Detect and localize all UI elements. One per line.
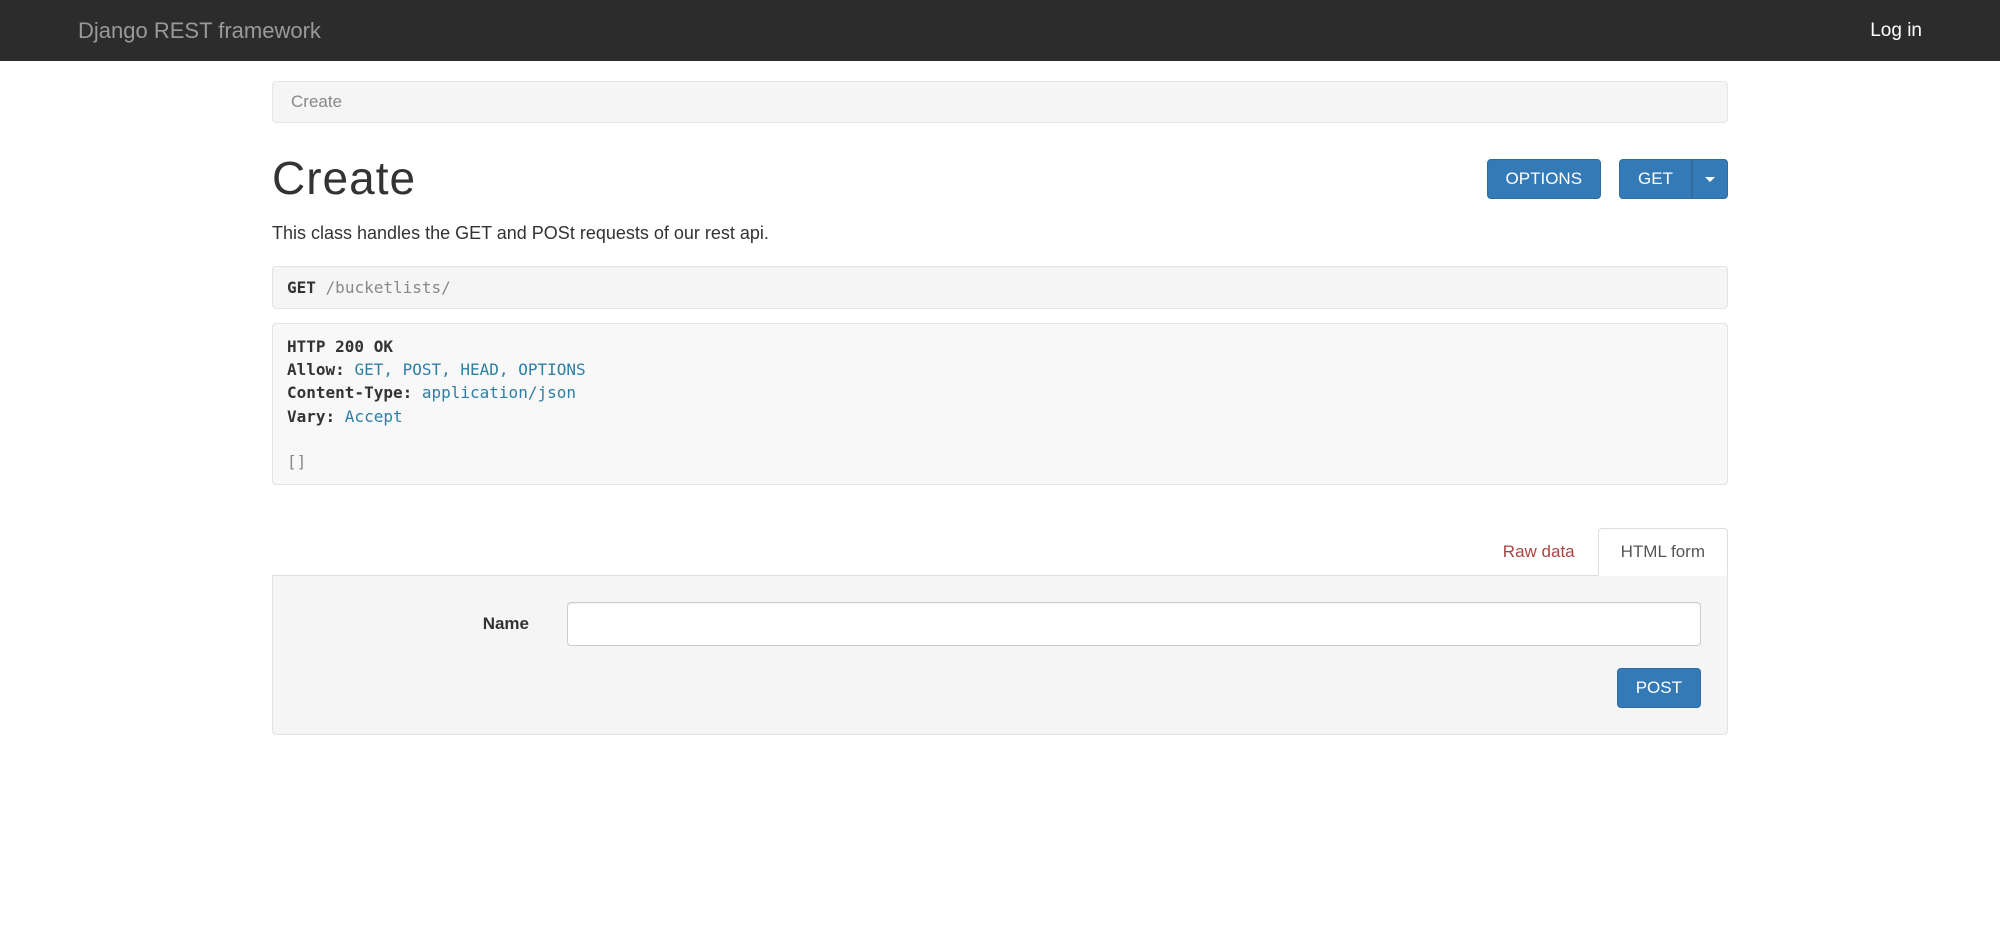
form-panel: Name POST <box>272 576 1728 735</box>
breadcrumb: Create <box>272 81 1728 123</box>
get-button-group: GET <box>1619 159 1728 199</box>
get-button[interactable]: GET <box>1619 159 1692 199</box>
form-tabs: Raw data HTML form <box>272 527 1728 576</box>
form-row-name: Name <box>299 602 1701 646</box>
page-header: Create OPTIONS GET <box>272 151 1728 205</box>
response-info: HTTP 200 OK Allow: GET, POST, HEAD, OPTI… <box>272 323 1728 485</box>
request-method: GET <box>287 278 316 297</box>
tab-raw-data[interactable]: Raw data <box>1480 528 1598 576</box>
post-button[interactable]: POST <box>1617 668 1701 708</box>
breadcrumb-current[interactable]: Create <box>291 92 342 111</box>
get-dropdown-toggle[interactable] <box>1692 159 1728 199</box>
navbar: Django REST framework Log in <box>0 0 2000 61</box>
brand-title[interactable]: Django REST framework <box>78 18 321 44</box>
tab-html-form[interactable]: HTML form <box>1598 528 1728 576</box>
response-header-key: Vary: <box>287 407 345 426</box>
response-header-key: Allow: <box>287 360 354 379</box>
response-header-value: Accept <box>345 407 403 426</box>
request-path: /bucketlists/ <box>326 278 451 297</box>
login-link[interactable]: Log in <box>1870 20 1922 42</box>
response-body: [] <box>287 450 1713 473</box>
request-info: GET /bucketlists/ <box>272 266 1728 309</box>
chevron-down-icon <box>1705 177 1715 182</box>
response-header-key: Content-Type: <box>287 383 422 402</box>
response-header-value: GET, POST, HEAD, OPTIONS <box>354 360 585 379</box>
action-button-group: OPTIONS GET <box>1487 159 1728 199</box>
page-title: Create <box>272 151 416 205</box>
view-description: This class handles the GET and POSt requ… <box>272 223 1728 244</box>
options-button[interactable]: OPTIONS <box>1487 159 1602 199</box>
form-actions: POST <box>299 668 1701 708</box>
name-label: Name <box>299 614 529 634</box>
response-header-value: application/json <box>422 383 576 402</box>
response-status: HTTP 200 OK <box>287 337 393 356</box>
name-input[interactable] <box>567 602 1701 646</box>
